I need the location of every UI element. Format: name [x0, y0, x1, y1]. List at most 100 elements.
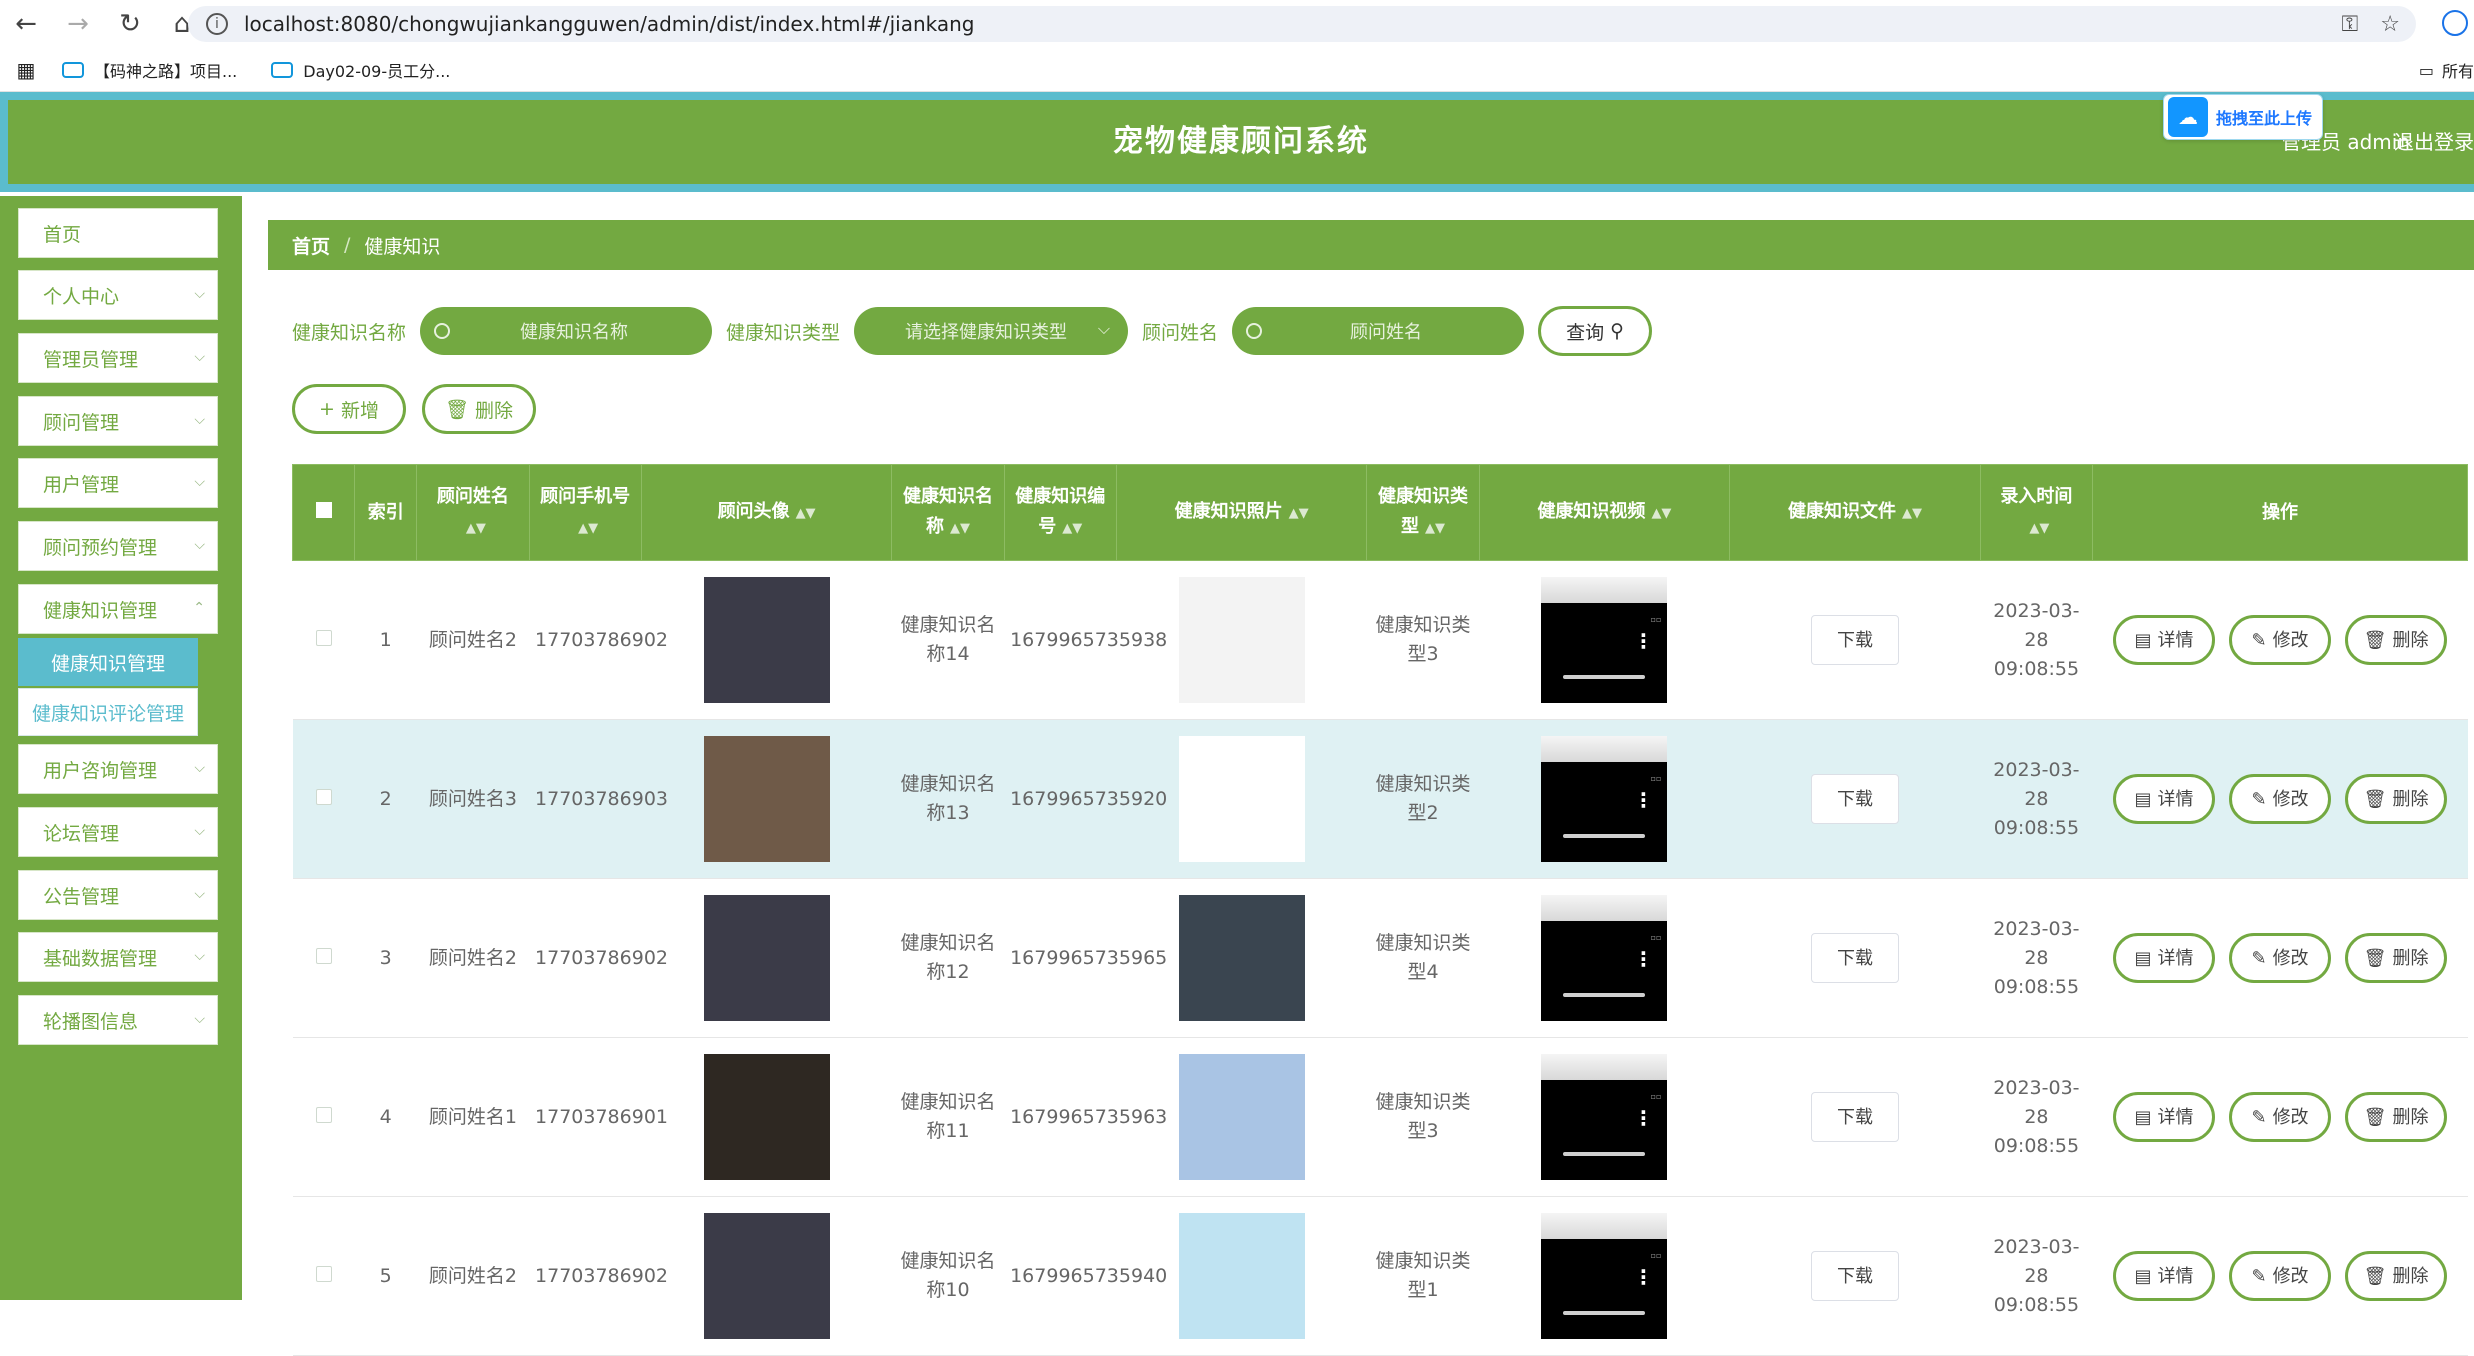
row-checkbox[interactable]	[315, 1106, 332, 1123]
edit-button[interactable]: ✎ 修改	[2229, 1092, 2332, 1142]
sidebar-item-carousel[interactable]: 轮播图信息 ⌵	[18, 995, 218, 1045]
advisor-avatar-image[interactable]	[703, 1054, 830, 1180]
col-knowledge-video[interactable]: 健康知识视频 ▲▼	[1478, 464, 1731, 561]
address-bar[interactable]: i localhost:8080/chongwujiankangguwen/ad…	[188, 6, 2416, 42]
knowledge-photo-image[interactable]	[1178, 736, 1305, 862]
col-knowledge-file[interactable]: 健康知识文件 ▲▼	[1729, 464, 1981, 561]
site-info-icon[interactable]: i	[206, 13, 228, 35]
bookmark-item[interactable]: Day02-09-员工分...	[271, 58, 450, 82]
col-knowledge-photo[interactable]: 健康知识照片 ▲▼	[1115, 464, 1368, 561]
col-knowledge-code[interactable]: 健康知识编号 ▲▼	[1003, 464, 1117, 561]
row-checkbox[interactable]	[315, 788, 332, 805]
delete-button[interactable]: 🗑 删除	[2345, 774, 2448, 824]
advisor-search-input[interactable]: 顾问姓名	[1232, 307, 1525, 355]
knowledge-video-player[interactable]: ▫▫ ⋮	[1541, 1054, 1668, 1180]
more-vertical-icon[interactable]: ⋮	[1633, 631, 1653, 651]
sidebar-item-forum[interactable]: 论坛管理 ⌵	[18, 807, 218, 857]
knowledge-photo-image[interactable]	[1178, 577, 1305, 703]
edit-button[interactable]: ✎ 修改	[2229, 615, 2332, 665]
more-vertical-icon[interactable]: ⋮	[1633, 949, 1653, 969]
detail-button[interactable]: ▤ 详情	[2112, 1092, 2215, 1142]
sidebar-item-user[interactable]: 用户管理 ⌵	[18, 458, 218, 508]
submenu-health-manage[interactable]: 健康知识管理	[18, 638, 198, 686]
download-button[interactable]: 下载	[1811, 1251, 1899, 1301]
video-progress-bar[interactable]	[1563, 1311, 1646, 1315]
col-advisor-name[interactable]: 顾问姓名 ▲▼	[416, 464, 530, 561]
upload-badge[interactable]: ☁ 拖拽至此上传	[2163, 94, 2323, 140]
submenu-health-comment[interactable]: 健康知识评论管理	[18, 688, 198, 736]
detail-button[interactable]: ▤ 详情	[2112, 1251, 2215, 1301]
back-icon[interactable]: ←	[0, 0, 52, 48]
sidebar-item-home[interactable]: 首页	[18, 208, 218, 258]
download-button[interactable]: 下载	[1811, 774, 1899, 824]
video-progress-bar[interactable]	[1563, 834, 1646, 838]
query-button[interactable]: 查询 ⚲	[1538, 306, 1653, 356]
download-button[interactable]: 下载	[1811, 1092, 1899, 1142]
advisor-avatar-image[interactable]	[703, 895, 830, 1021]
logout-button[interactable]: 退出登录	[2394, 126, 2474, 155]
knowledge-photo-image[interactable]	[1178, 1054, 1305, 1180]
forward-icon[interactable]: →	[52, 0, 104, 48]
delete-button[interactable]: 🗑 删除	[2345, 1251, 2448, 1301]
knowledge-video-player[interactable]: ▫▫ ⋮	[1541, 1213, 1668, 1339]
col-advisor-phone[interactable]: 顾问手机号▲▼	[528, 464, 642, 561]
col-knowledge-type[interactable]: 健康知识类型 ▲▼	[1366, 464, 1480, 561]
advisor-avatar-image[interactable]	[703, 577, 830, 703]
apps-grid-icon[interactable]: ▦	[4, 48, 48, 92]
edit-button[interactable]: ✎ 修改	[2229, 774, 2332, 824]
delete-button[interactable]: 🗑 删除	[2345, 933, 2448, 983]
col-insert-time[interactable]: 录入时间 ▲▼	[1979, 464, 2094, 561]
row-checkbox[interactable]	[315, 1265, 332, 1282]
advisor-avatar-image[interactable]	[703, 1213, 830, 1339]
video-progress-bar[interactable]	[1563, 675, 1646, 679]
delete-button[interactable]: 🗑 删除	[2345, 615, 2448, 665]
reload-icon[interactable]: ↻	[104, 0, 156, 48]
add-button[interactable]: + 新增	[292, 384, 406, 434]
more-vertical-icon[interactable]: ⋮	[1633, 1108, 1653, 1128]
detail-button[interactable]: ▤ 详情	[2112, 933, 2215, 983]
detail-button[interactable]: ▤ 详情	[2112, 615, 2215, 665]
sidebar-item-appointment[interactable]: 顾问预约管理 ⌵	[18, 521, 218, 571]
all-bookmarks[interactable]: ▭ 所有	[2419, 48, 2474, 92]
table-row[interactable]: 1 顾问姓名2 17703786902 健康知识名称14 16799657359…	[292, 560, 2468, 720]
sidebar-item-health[interactable]: 健康知识管理 ⌃	[18, 584, 218, 634]
edit-button[interactable]: ✎ 修改	[2229, 1251, 2332, 1301]
sidebar-item-basedata[interactable]: 基础数据管理 ⌵	[18, 932, 218, 982]
select-all-checkbox[interactable]	[291, 464, 356, 561]
knowledge-photo-image[interactable]	[1178, 895, 1305, 1021]
table-row[interactable]: 2 顾问姓名3 17703786903 健康知识名称13 16799657359…	[292, 719, 2468, 879]
video-progress-bar[interactable]	[1563, 993, 1646, 997]
knowledge-video-player[interactable]: ▫▫ ⋮	[1541, 895, 1668, 1021]
detail-button[interactable]: ▤ 详情	[2112, 774, 2215, 824]
row-checkbox[interactable]	[315, 629, 332, 646]
breadcrumb-home[interactable]: 首页	[292, 232, 330, 259]
knowledge-video-player[interactable]: ▫▫ ⋮	[1541, 577, 1668, 703]
knowledge-video-player[interactable]: ▫▫ ⋮	[1541, 736, 1668, 862]
sidebar-item-consult[interactable]: 用户咨询管理 ⌵	[18, 744, 218, 794]
table-row[interactable]: 4 顾问姓名1 17703786901 健康知识名称11 16799657359…	[292, 1037, 2468, 1197]
bookmark-item[interactable]: 【码神之路】项目...	[62, 58, 237, 82]
more-vertical-icon[interactable]: ⋮	[1633, 790, 1653, 810]
name-search-input[interactable]: 健康知识名称	[420, 307, 713, 355]
sidebar-item-notice[interactable]: 公告管理 ⌵	[18, 870, 218, 920]
sidebar-item-personal[interactable]: 个人中心 ⌵	[18, 270, 218, 320]
type-select[interactable]: 请选择健康知识类型 ⌵	[854, 307, 1129, 355]
row-checkbox[interactable]	[315, 947, 332, 964]
advisor-avatar-image[interactable]	[703, 736, 830, 862]
key-icon[interactable]: ⚿	[2342, 12, 2359, 37]
more-vertical-icon[interactable]: ⋮	[1633, 1267, 1653, 1287]
sidebar-item-advisor[interactable]: 顾问管理 ⌵	[18, 396, 218, 446]
profile-icon[interactable]	[2442, 10, 2468, 36]
video-progress-bar[interactable]	[1563, 1152, 1646, 1156]
edit-button[interactable]: ✎ 修改	[2229, 933, 2332, 983]
star-icon[interactable]: ☆	[2380, 12, 2400, 37]
col-advisor-avatar[interactable]: 顾问头像 ▲▼	[640, 464, 893, 561]
col-knowledge-name[interactable]: 健康知识名称 ▲▼	[891, 464, 1005, 561]
knowledge-photo-image[interactable]	[1178, 1213, 1305, 1339]
table-row[interactable]: 5 顾问姓名2 17703786902 健康知识名称10 16799657359…	[292, 1196, 2468, 1356]
sidebar-item-admin[interactable]: 管理员管理 ⌵	[18, 333, 218, 383]
download-button[interactable]: 下载	[1811, 933, 1899, 983]
delete-button[interactable]: 🗑 删除	[2345, 1092, 2448, 1142]
download-button[interactable]: 下载	[1811, 615, 1899, 665]
table-row[interactable]: 3 顾问姓名2 17703786902 健康知识名称12 16799657359…	[292, 878, 2468, 1038]
